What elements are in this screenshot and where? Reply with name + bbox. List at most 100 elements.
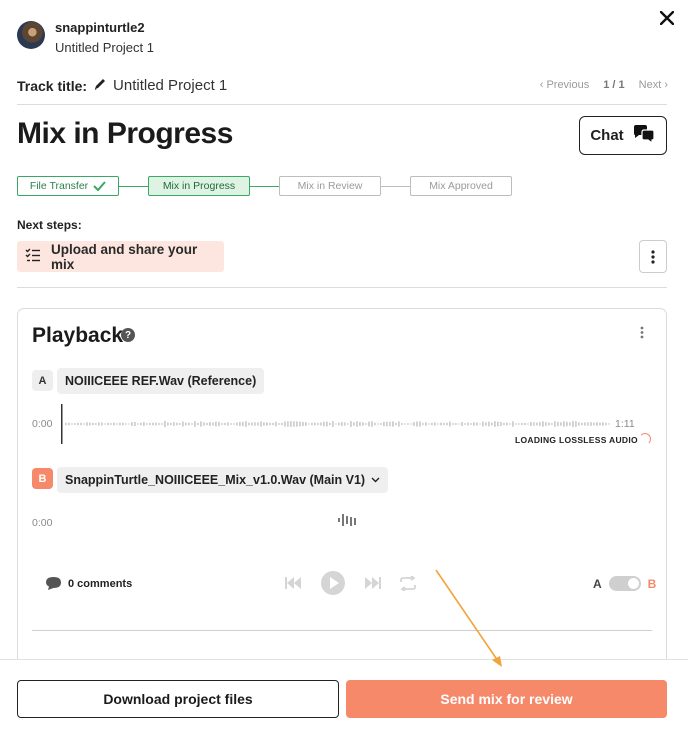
- waveform-bar: [470, 423, 472, 425]
- waveform-bar: [299, 421, 301, 427]
- ab-toggle[interactable]: [608, 576, 641, 591]
- kebab-icon: [651, 249, 655, 264]
- waveform-bar: [332, 421, 334, 427]
- close-icon[interactable]: [659, 9, 675, 29]
- more-options-button[interactable]: [639, 240, 667, 273]
- skip-back-icon[interactable]: [285, 576, 302, 595]
- waveform-bar: [263, 422, 265, 426]
- step-connector: [250, 185, 279, 187]
- playhead-cursor: [61, 404, 63, 444]
- waveform-bar: [170, 422, 172, 426]
- waveform-bar: [608, 423, 610, 425]
- waveform-bar: [482, 421, 484, 427]
- next-step-task[interactable]: Upload and share your mix: [17, 241, 224, 272]
- waveform-bar: [95, 423, 97, 425]
- waveform-bar: [602, 422, 604, 426]
- repeat-icon[interactable]: [399, 574, 417, 596]
- step-mix-in-review: Mix in Review: [279, 176, 381, 196]
- waveform-bar: [335, 423, 337, 425]
- track-title-value[interactable]: Untitled Project 1: [113, 77, 227, 94]
- track-title-row: Track title: Untitled Project 1: [17, 77, 227, 94]
- track-b-select[interactable]: SnappinTurtle_NOIIICEEE_Mix_v1.0.Wav (Ma…: [57, 467, 389, 493]
- waveform-bar: [272, 422, 274, 426]
- waveform-bar: [242, 421, 244, 427]
- waveform-bar: [584, 422, 586, 426]
- waveform-bar: [293, 421, 295, 427]
- waveform-bar: [575, 421, 577, 427]
- waveform-bar: [512, 421, 514, 427]
- skip-forward-icon[interactable]: [364, 576, 381, 595]
- waveform-bar: [542, 421, 544, 427]
- waveform-bar: [473, 422, 475, 426]
- next-button[interactable]: Next ›: [639, 79, 668, 91]
- waveform-bar: [587, 422, 589, 426]
- comments-button[interactable]: 0 comments: [45, 576, 132, 591]
- download-project-files-button[interactable]: Download project files: [17, 680, 339, 718]
- waveform-bar: [452, 423, 454, 425]
- waveform-bar: [257, 422, 259, 426]
- waveform-bar: [356, 421, 358, 427]
- waveform-bar: [563, 421, 565, 427]
- waveform-bar: [176, 422, 178, 426]
- waveform-bar: [71, 423, 73, 425]
- waveform-bar: [407, 423, 409, 425]
- ab-toggle-group: A B: [593, 576, 656, 591]
- send-mix-for-review-button[interactable]: Send mix for review: [346, 680, 667, 718]
- pager-count: 1 / 1: [603, 79, 625, 91]
- waveform-bar: [413, 422, 415, 426]
- waveform-bar: [425, 422, 427, 426]
- waveform-bar: [134, 422, 136, 426]
- waveform-bar: [251, 422, 253, 426]
- waveform-bar: [185, 422, 187, 426]
- page-title: Mix in Progress: [17, 117, 233, 150]
- waveform-bar: [422, 423, 424, 425]
- waveform-bar: [464, 423, 466, 425]
- waveform-bar: [515, 423, 517, 425]
- waveform-bar: [545, 422, 547, 426]
- waveform-bar: [347, 423, 349, 425]
- playback-menu-kebab-icon[interactable]: [640, 326, 644, 344]
- waveform-bar: [506, 422, 508, 426]
- waveform-bar: [503, 422, 505, 426]
- waveform-bar: [539, 422, 541, 426]
- waveform-bar: [365, 423, 367, 425]
- waveform-bar: [344, 422, 346, 426]
- waveform-bar: [122, 422, 124, 426]
- waveform-bar: [392, 421, 394, 427]
- waveform-bar: [371, 421, 373, 427]
- track-a-badge: A: [32, 370, 53, 391]
- waveform-bar: [485, 422, 487, 426]
- waveform-bar: [383, 421, 385, 427]
- pencil-icon[interactable]: [93, 77, 107, 94]
- waveform-bar: [341, 422, 343, 426]
- waveform-bar: [524, 422, 526, 426]
- play-button-icon[interactable]: [320, 570, 346, 601]
- track-b-name: SnappinTurtle_NOIIICEEE_Mix_v1.0.Wav (Ma…: [65, 473, 366, 487]
- waveform-bar: [182, 421, 184, 427]
- previous-button[interactable]: ‹ Previous: [540, 79, 590, 91]
- chat-button[interactable]: Chat: [579, 116, 667, 155]
- waveform-bar: [74, 423, 76, 425]
- waveform-bar: [533, 422, 535, 426]
- waveform-bar: [395, 422, 397, 426]
- help-icon[interactable]: ?: [121, 328, 135, 342]
- waveform-bar: [599, 422, 601, 426]
- waveform-bar: [119, 422, 121, 426]
- waveform-bar: [89, 422, 91, 426]
- waveform-bar: [368, 421, 370, 427]
- waveform-bar: [317, 422, 319, 426]
- waveform-bar: [530, 421, 532, 427]
- waveform-bar: [566, 421, 568, 427]
- waveform-bar: [233, 423, 235, 425]
- waveform-bar: [527, 423, 529, 425]
- divider: [17, 104, 667, 105]
- waveform-bar: [113, 422, 115, 426]
- waveform-bar: [323, 421, 325, 427]
- project-name: Untitled Project 1: [55, 40, 154, 55]
- step-connector: [119, 185, 148, 187]
- waveform-bar: [389, 421, 391, 427]
- waveform-bar: [302, 421, 304, 427]
- track-b-time-start: 0:00: [32, 517, 53, 529]
- waveform-bar: [320, 422, 322, 426]
- waveform-bar: [443, 422, 445, 426]
